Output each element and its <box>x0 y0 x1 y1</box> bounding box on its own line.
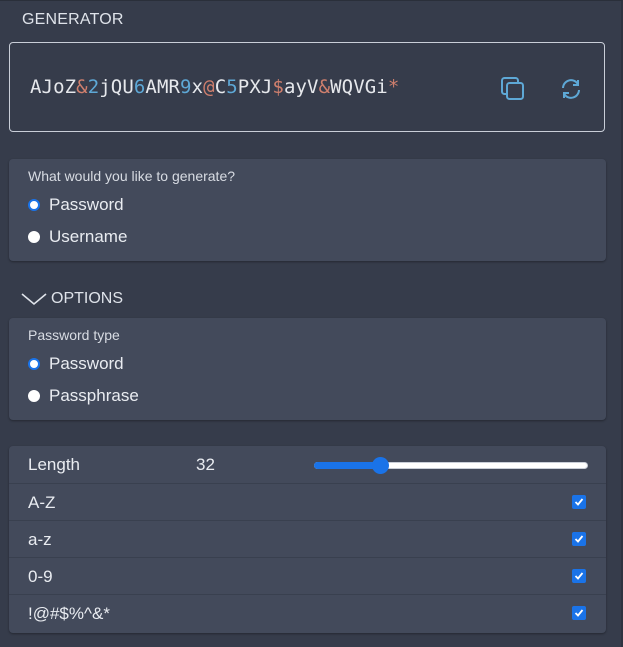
radio-label: Username <box>49 227 128 246</box>
charset-label: a-z <box>28 530 52 549</box>
radio-type-password[interactable]: Password <box>28 354 124 374</box>
chevron-down-icon <box>21 293 47 306</box>
charset-row-uppercase: A-Z <box>9 483 606 520</box>
options-label: OPTIONS <box>51 290 124 307</box>
radio-generate-username[interactable]: Username <box>28 227 127 247</box>
slider-fill <box>314 462 380 469</box>
checkmark-icon <box>574 572 584 580</box>
charset-label: A-Z <box>28 493 56 512</box>
password-segment: ayV <box>283 76 319 98</box>
radio-label: Password <box>49 354 124 373</box>
numbers-checkbox[interactable] <box>572 569 586 583</box>
password-type-label: Password type <box>28 327 120 343</box>
charset-label: 0-9 <box>28 567 53 586</box>
generator-heading: GENERATOR <box>22 11 124 28</box>
regenerate-password-button[interactable] <box>558 76 584 102</box>
password-segment: 2 <box>87 76 100 98</box>
generate-type-card: What would you like to generate? Passwor… <box>9 159 606 261</box>
options-toggle[interactable]: OPTIONS <box>21 290 123 308</box>
password-segment: @ <box>203 76 215 98</box>
copy-password-button[interactable] <box>500 76 526 102</box>
radio-label: Passphrase <box>49 386 139 405</box>
uppercase-checkbox[interactable] <box>572 495 586 509</box>
radio-generate-password[interactable]: Password <box>28 195 124 215</box>
slider-thumb[interactable] <box>371 457 389 474</box>
charset-row-lowercase: a-z <box>9 520 606 557</box>
length-value: 32 <box>196 455 215 474</box>
password-segment: AMR <box>145 76 181 98</box>
password-segment: & <box>76 76 88 98</box>
password-segment: x <box>191 76 204 98</box>
password-segment: $ <box>272 76 284 98</box>
refresh-icon <box>562 79 580 99</box>
charset-row-numbers: 0-9 <box>9 557 606 594</box>
length-label: Length <box>28 455 80 474</box>
password-segment: PXJ <box>237 76 273 98</box>
password-segment: * <box>387 76 400 98</box>
generated-password[interactable]: AJoZ&2jQU6AMR9x@C5PXJ$ayV&WQVGi* <box>30 76 399 98</box>
generated-password-box: AJoZ&2jQU6AMR9x@C5PXJ$ayV&WQVGi* <box>9 42 605 132</box>
checkmark-icon <box>574 535 584 543</box>
radio-button[interactable] <box>28 199 40 211</box>
password-settings-card: Length 32 A-Z a-z 0-9 !@#$%^&* <box>9 446 606 633</box>
password-segment: 6 <box>133 76 146 98</box>
password-segment: WQVGi <box>330 76 388 98</box>
password-segment: & <box>318 76 331 98</box>
copy-icon <box>501 77 524 100</box>
length-row: Length 32 <box>9 446 606 483</box>
lowercase-checkbox[interactable] <box>572 532 586 546</box>
radio-button[interactable] <box>28 390 40 402</box>
password-segment: 5 <box>226 76 238 98</box>
generate-type-question: What would you like to generate? <box>28 168 236 184</box>
radio-label: Password <box>49 195 124 214</box>
charset-label: !@#$%^&* <box>28 604 110 623</box>
radio-type-passphrase[interactable]: Passphrase <box>28 386 139 406</box>
password-segment: 9 <box>180 76 192 98</box>
checkmark-icon <box>574 498 584 506</box>
password-type-card: Password type Password Passphrase <box>9 318 606 420</box>
radio-button[interactable] <box>28 358 40 370</box>
charset-row-special: !@#$%^&* <box>9 594 606 631</box>
radio-button[interactable] <box>28 231 40 243</box>
password-segment: AJoZ <box>30 76 77 98</box>
length-slider[interactable] <box>314 457 588 474</box>
password-segment: C <box>214 76 227 98</box>
password-segment: jQU <box>99 76 134 98</box>
checkmark-icon <box>574 609 584 617</box>
special-checkbox[interactable] <box>572 606 586 620</box>
